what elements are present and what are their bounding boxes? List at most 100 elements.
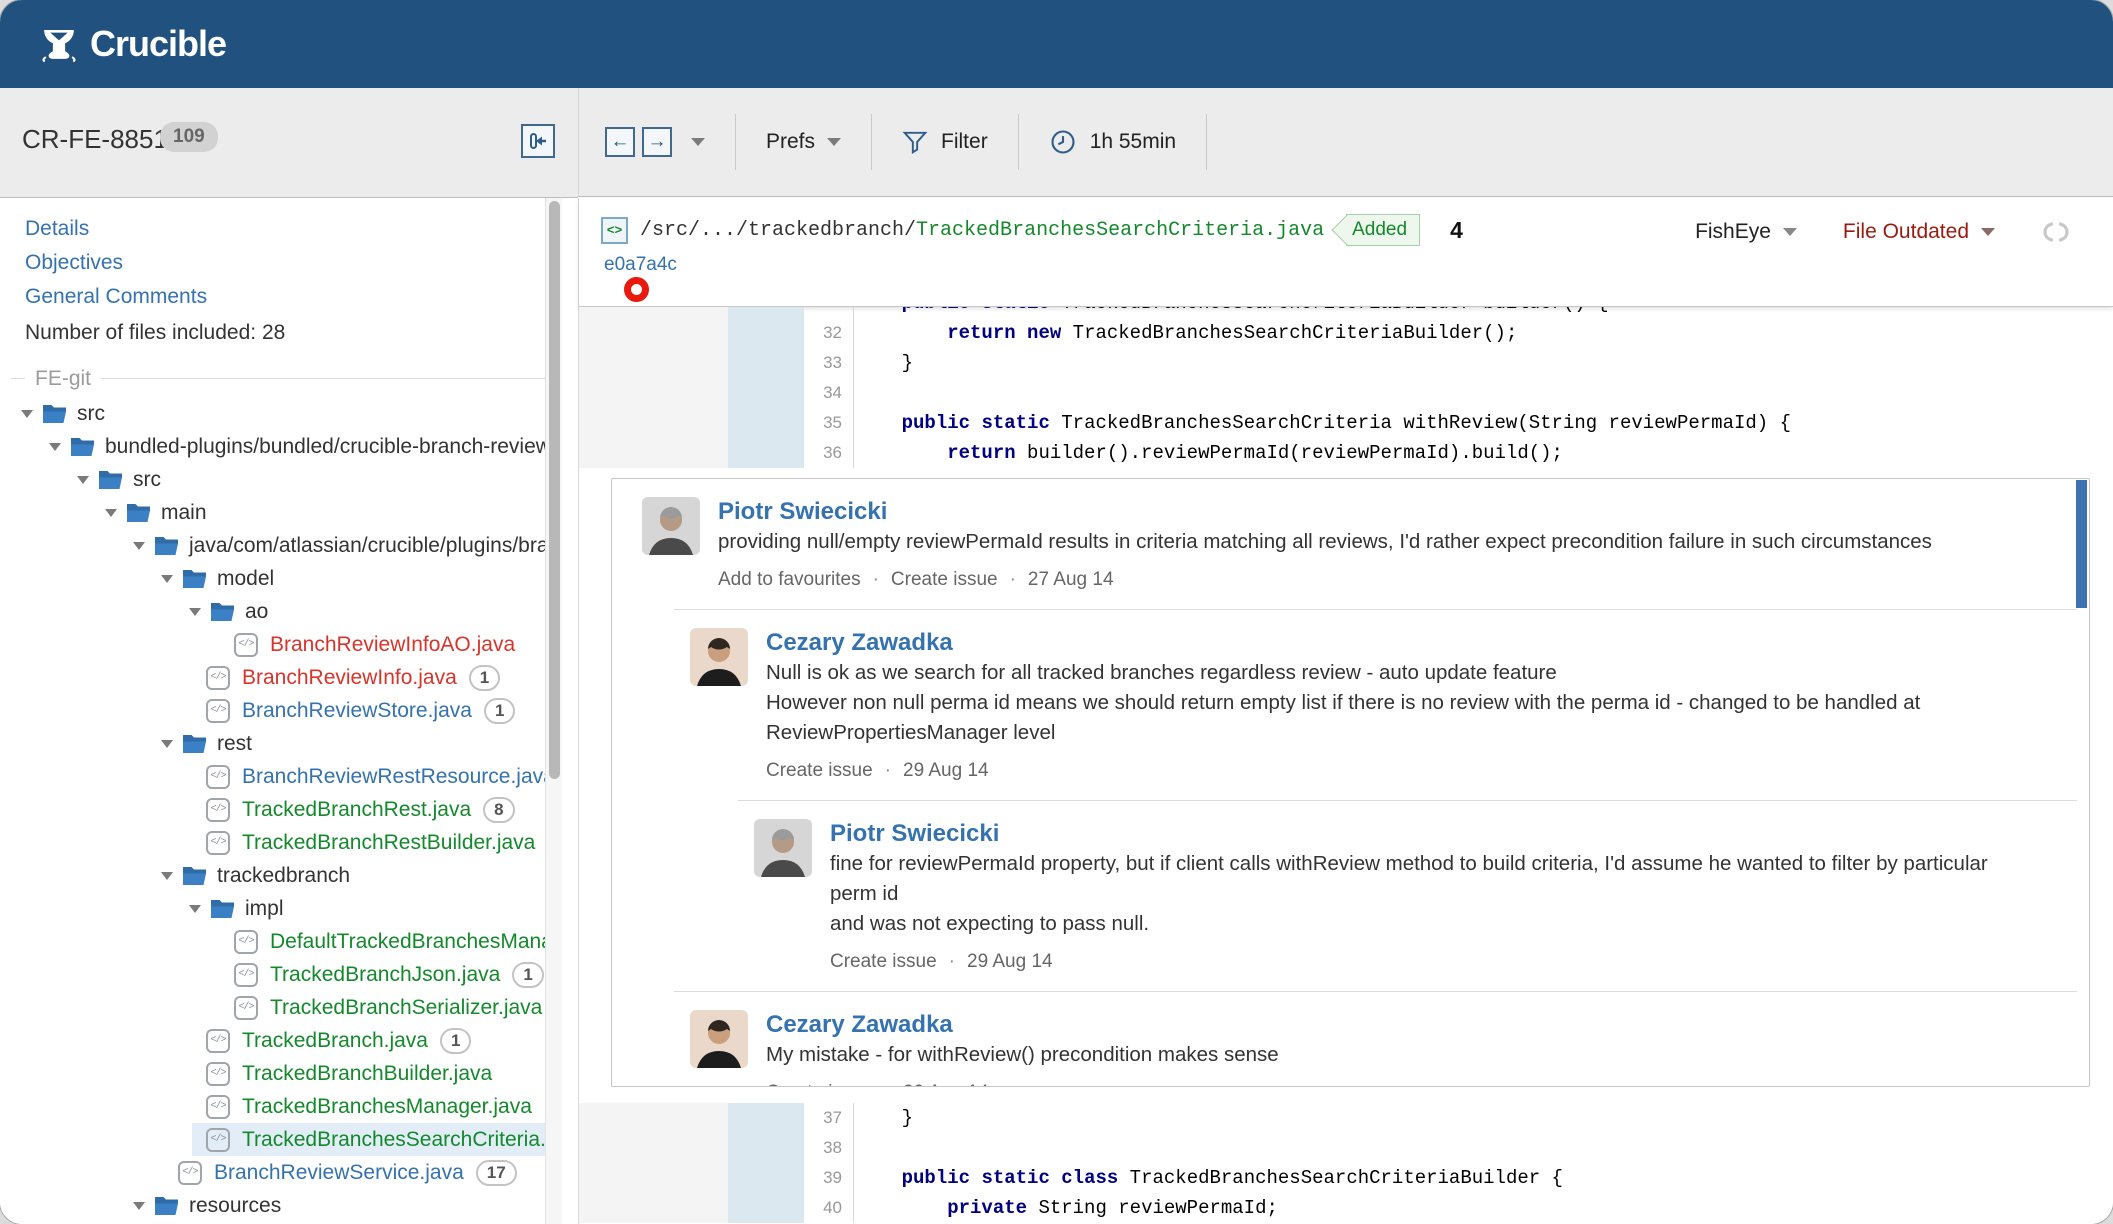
comment-action-create-issue[interactable]: Create issue xyxy=(766,760,873,781)
line-number[interactable]: 36 xyxy=(804,438,853,468)
comment-footer: Create issue·29 Aug 14 xyxy=(766,1080,2029,1086)
collapse-sidebar-button[interactable] xyxy=(521,124,555,158)
crucible-logo[interactable]: Crucible xyxy=(38,23,227,65)
code-text xyxy=(853,378,2113,408)
tree-file-BranchReviewInfoAO.java[interactable]: </> BranchReviewInfoAO.java xyxy=(0,628,545,661)
expand-caret-icon[interactable] xyxy=(133,541,145,550)
sidebar-scrollbar-thumb[interactable] xyxy=(549,201,560,779)
expand-caret-icon[interactable] xyxy=(105,508,117,517)
comment-author-link[interactable]: Piotr Swiecicki xyxy=(830,819,999,849)
file-outdated-dropdown[interactable]: File Outdated xyxy=(1843,220,1995,244)
tree-file-TrackedBranchJson.java[interactable]: </> TrackedBranchJson.java 1 xyxy=(0,958,545,991)
file-path-prefix: /src/.../trackedbranch/ xyxy=(640,218,917,242)
prev-button[interactable]: ← xyxy=(605,127,635,157)
unlink-icon[interactable] xyxy=(2041,221,2071,243)
line-number[interactable]: 39 xyxy=(804,1163,853,1193)
tree-file-TrackedBranchSerializer.java[interactable]: </> TrackedBranchSerializer.java xyxy=(0,991,545,1024)
tree-item-label: src xyxy=(133,467,161,491)
prefs-label: Prefs xyxy=(766,130,816,153)
next-button[interactable]: → xyxy=(642,127,672,157)
comment-author-link[interactable]: Cezary Zawadka xyxy=(766,1010,953,1040)
line-number[interactable]: 40 xyxy=(804,1193,853,1223)
comment-action-create-issue[interactable]: Create issue xyxy=(891,569,998,590)
gutter-added-strip xyxy=(728,378,804,408)
tree-folder-src[interactable]: src xyxy=(0,397,545,430)
line-number[interactable] xyxy=(804,307,853,318)
line-number[interactable]: 32 xyxy=(804,318,853,348)
tree-item-label: BranchReviewStore.java xyxy=(242,698,472,722)
code-text xyxy=(853,1133,2113,1163)
tree-file-TrackedBranchBuilder.java[interactable]: </> TrackedBranchBuilder.java xyxy=(0,1057,545,1090)
tree-file-TrackedBranchesManager.java[interactable]: </> TrackedBranchesManager.java xyxy=(0,1090,545,1123)
tree-file-TrackedBranchRest.java[interactable]: </> TrackedBranchRest.java 8 xyxy=(0,793,545,826)
tree-folder-impl[interactable]: impl xyxy=(0,892,545,925)
avatar xyxy=(690,628,748,686)
line-number[interactable]: 34 xyxy=(804,378,853,408)
sidebar-scrollbar[interactable] xyxy=(545,198,562,1224)
expand-caret-icon[interactable] xyxy=(189,607,201,616)
comment-4: Cezary Zawadka My mistake - for withRevie… xyxy=(612,992,2089,1086)
code-text: public static TrackedBranchesSearchCrite… xyxy=(853,307,2113,318)
gutter-margin xyxy=(579,438,728,468)
tree-folder-bundled-plugins/bundled/crucible-branch-review-plugin[interactable]: bundled-plugins/bundled/crucible-branch-… xyxy=(0,430,545,463)
tree-folder-resources[interactable]: resources xyxy=(0,1189,545,1222)
tree-file-BranchReviewInfo.java[interactable]: </> BranchReviewInfo.java 1 xyxy=(0,661,545,694)
tree-folder-model[interactable]: model xyxy=(0,562,545,595)
tree-item-label: DefaultTrackedBranchesManager.java xyxy=(270,929,545,953)
line-number[interactable]: 38 xyxy=(804,1133,853,1163)
gutter-added-strip xyxy=(728,408,804,438)
tree-item-label: TrackedBranchSerializer.java xyxy=(270,995,543,1019)
tree-folder-ao[interactable]: ao xyxy=(0,595,545,628)
expand-caret-icon[interactable] xyxy=(49,442,61,451)
comment-action-create-issue[interactable]: Create issue xyxy=(830,951,937,972)
expand-caret-icon[interactable] xyxy=(77,475,89,484)
commit-hash-link[interactable]: e0a7a4c xyxy=(604,254,677,276)
expand-caret-icon[interactable] xyxy=(189,904,201,913)
code-line-33: 33 } xyxy=(579,348,2113,378)
prefs-dropdown[interactable]: Prefs xyxy=(766,130,842,154)
tree-folder-trackedbranch[interactable]: trackedbranch xyxy=(0,859,545,892)
gutter-margin xyxy=(579,1103,728,1133)
tree-folder-java/com/atlassian/crucible/plugins/branchreview[interactable]: java/com/atlassian/crucible/plugins/bran… xyxy=(0,529,545,562)
expand-caret-icon[interactable] xyxy=(161,739,173,748)
tree-file-BranchReviewStore.java[interactable]: </> BranchReviewStore.java 1 xyxy=(0,694,545,727)
comment-text-line: fine for reviewPermaId property, but if … xyxy=(830,852,1988,905)
tree-folder-main[interactable]: main xyxy=(0,496,545,529)
filter-button[interactable]: Filter xyxy=(902,129,988,155)
file-icon: </> xyxy=(206,698,230,723)
sidebar-link-details[interactable]: Details xyxy=(25,212,545,246)
comment-date: 29 Aug 14 xyxy=(903,760,989,781)
comment-count-badge: 17 xyxy=(475,1159,517,1186)
tree-file-BranchReviewRestResource.java[interactable]: </> BranchReviewRestResource.java xyxy=(0,760,545,793)
comment-action-add-to-favourites[interactable]: Add to favourites xyxy=(718,569,861,590)
nav-dropdown-caret-icon[interactable] xyxy=(691,138,705,146)
tree-folder-rest[interactable]: rest xyxy=(0,727,545,760)
file-icon: </> xyxy=(234,929,258,954)
tree-file-TrackedBranchesSearchCriteria.java[interactable]: </> TrackedBranchesSearchCriteria.java xyxy=(0,1123,545,1156)
folder-icon xyxy=(42,403,67,424)
line-number[interactable]: 37 xyxy=(804,1103,853,1133)
expand-caret-icon[interactable] xyxy=(21,409,33,418)
gutter-added-strip xyxy=(728,438,804,468)
expand-caret-icon[interactable] xyxy=(161,871,173,880)
line-number[interactable]: 35 xyxy=(804,408,853,438)
expand-caret-icon[interactable] xyxy=(133,1201,145,1210)
tree-file-TrackedBranch.java[interactable]: </> TrackedBranch.java 1 xyxy=(0,1024,545,1057)
comment-author-link[interactable]: Cezary Zawadka xyxy=(766,628,953,658)
comment-author-link[interactable]: Piotr Swiecicki xyxy=(718,497,887,527)
tree-folder-src[interactable]: src xyxy=(0,463,545,496)
time-spent-button[interactable]: 1h 55min xyxy=(1049,128,1176,156)
sidebar-link-objectives[interactable]: Objectives xyxy=(25,246,545,280)
line-number[interactable]: 33 xyxy=(804,348,853,378)
gutter-added-strip xyxy=(728,318,804,348)
file-icon: </> xyxy=(234,995,258,1020)
tree-item-label: TrackedBranchesManager.java xyxy=(242,1094,532,1118)
sidebar-link-general-comments[interactable]: General Comments xyxy=(25,280,545,314)
fisheye-dropdown[interactable]: FishEye xyxy=(1695,220,1797,244)
expand-caret-icon[interactable] xyxy=(161,574,173,583)
filter-funnel-icon xyxy=(902,129,928,155)
tree-file-TrackedBranchRestBuilder.java[interactable]: </> TrackedBranchRestBuilder.java xyxy=(0,826,545,859)
comment-action-create-issue[interactable]: Create issue xyxy=(766,1082,873,1086)
tree-file-BranchReviewService.java[interactable]: </> BranchReviewService.java 17 xyxy=(0,1156,545,1189)
tree-file-DefaultTrackedBranchesManager.java[interactable]: </> DefaultTrackedBranchesManager.java xyxy=(0,925,545,958)
